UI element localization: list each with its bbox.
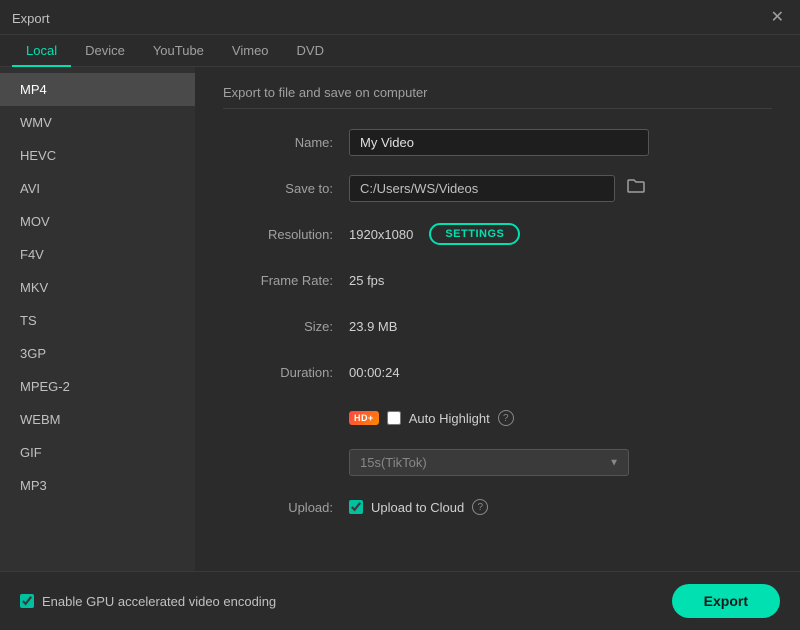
close-button[interactable]: ✕ bbox=[767, 8, 788, 28]
settings-button[interactable]: SETTINGS bbox=[429, 223, 520, 245]
save-to-label: Save to: bbox=[223, 181, 333, 196]
auto-highlight-checkbox[interactable] bbox=[387, 411, 401, 425]
tab-bar: Local Device YouTube Vimeo DVD bbox=[0, 35, 800, 67]
save-to-container: C:/Users/WS/Videos bbox=[349, 175, 649, 202]
section-title: Export to file and save on computer bbox=[223, 85, 772, 109]
format-item-mov[interactable]: MOV bbox=[0, 205, 195, 238]
format-item-webm[interactable]: WEBM bbox=[0, 403, 195, 436]
gpu-row: Enable GPU accelerated video encoding bbox=[20, 594, 276, 609]
upload-label: Upload: bbox=[223, 500, 333, 515]
gpu-label: Enable GPU accelerated video encoding bbox=[42, 594, 276, 609]
name-label: Name: bbox=[223, 135, 333, 150]
hd-badge: HD+ bbox=[349, 411, 379, 425]
format-item-gif[interactable]: GIF bbox=[0, 436, 195, 469]
main-area: MP4 WMV HEVC AVI MOV F4V MKV TS 3GP MPEG… bbox=[0, 67, 800, 571]
format-item-ts[interactable]: TS bbox=[0, 304, 195, 337]
save-to-row: Save to: C:/Users/WS/Videos bbox=[223, 173, 772, 203]
resolution-value: 1920x1080 bbox=[349, 227, 413, 242]
upload-cloud-help-icon[interactable]: ? bbox=[472, 499, 488, 515]
size-label: Size: bbox=[223, 319, 333, 334]
tab-youtube[interactable]: YouTube bbox=[139, 35, 218, 66]
format-item-avi[interactable]: AVI bbox=[0, 172, 195, 205]
upload-cloud-text: Upload to Cloud bbox=[371, 500, 464, 515]
tab-local[interactable]: Local bbox=[12, 35, 71, 66]
duration-label: Duration: bbox=[223, 365, 333, 380]
upload-row: Upload: Upload to Cloud ? bbox=[223, 492, 772, 522]
size-value: 23.9 MB bbox=[349, 319, 772, 334]
size-row: Size: 23.9 MB bbox=[223, 311, 772, 341]
duration-row: Duration: 00:00:24 bbox=[223, 357, 772, 387]
duration-value: 00:00:24 bbox=[349, 365, 772, 380]
auto-highlight-help-icon[interactable]: ? bbox=[498, 410, 514, 426]
save-path-text: C:/Users/WS/Videos bbox=[349, 175, 615, 202]
name-input[interactable] bbox=[349, 129, 649, 156]
name-row: Name: bbox=[223, 127, 772, 157]
format-item-mpeg2[interactable]: MPEG-2 bbox=[0, 370, 195, 403]
format-item-mp4[interactable]: MP4 bbox=[0, 73, 195, 106]
format-item-mkv[interactable]: MKV bbox=[0, 271, 195, 304]
export-button[interactable]: Export bbox=[672, 584, 780, 618]
tab-dvd[interactable]: DVD bbox=[283, 35, 338, 66]
framerate-value: 25 fps bbox=[349, 273, 772, 288]
folder-browse-button[interactable] bbox=[623, 176, 649, 201]
right-panel: Export to file and save on computer Name… bbox=[195, 67, 800, 571]
auto-highlight-label[interactable]: Auto Highlight bbox=[387, 411, 490, 426]
format-item-hevc[interactable]: HEVC bbox=[0, 139, 195, 172]
framerate-row: Frame Rate: 25 fps bbox=[223, 265, 772, 295]
gpu-checkbox[interactable] bbox=[20, 594, 34, 608]
title-bar: Export ✕ bbox=[0, 0, 800, 35]
tab-device[interactable]: Device bbox=[71, 35, 139, 66]
upload-container: Upload to Cloud ? bbox=[349, 499, 488, 515]
format-item-f4v[interactable]: F4V bbox=[0, 238, 195, 271]
tiktok-dropdown-wrapper: 15s(TikTok) ▼ bbox=[349, 449, 629, 476]
format-item-3gp[interactable]: 3GP bbox=[0, 337, 195, 370]
tiktok-dropdown-row: 15s(TikTok) ▼ bbox=[349, 449, 772, 476]
tiktok-duration-select[interactable]: 15s(TikTok) bbox=[349, 449, 629, 476]
tab-vimeo[interactable]: Vimeo bbox=[218, 35, 283, 66]
resolution-label: Resolution: bbox=[223, 227, 333, 242]
format-item-mp3[interactable]: MP3 bbox=[0, 469, 195, 502]
bottom-bar: Enable GPU accelerated video encoding Ex… bbox=[0, 571, 800, 630]
window-title: Export bbox=[12, 11, 50, 26]
format-list: MP4 WMV HEVC AVI MOV F4V MKV TS 3GP MPEG… bbox=[0, 67, 195, 571]
resolution-container: 1920x1080 SETTINGS bbox=[349, 223, 520, 245]
auto-highlight-container: HD+ Auto Highlight ? bbox=[349, 410, 514, 426]
auto-highlight-text: Auto Highlight bbox=[409, 411, 490, 426]
upload-cloud-checkbox[interactable] bbox=[349, 500, 363, 514]
framerate-label: Frame Rate: bbox=[223, 273, 333, 288]
auto-highlight-row: HD+ Auto Highlight ? bbox=[223, 403, 772, 433]
resolution-row: Resolution: 1920x1080 SETTINGS bbox=[223, 219, 772, 249]
upload-cloud-label[interactable]: Upload to Cloud bbox=[349, 500, 464, 515]
format-item-wmv[interactable]: WMV bbox=[0, 106, 195, 139]
